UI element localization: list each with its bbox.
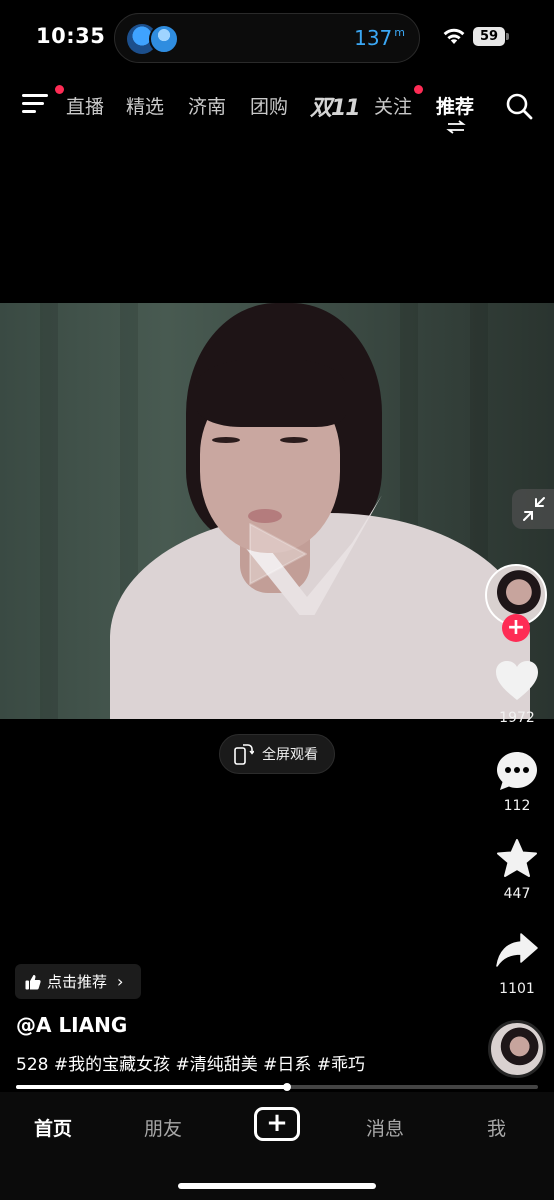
menu-icon[interactable] [22, 92, 48, 116]
tab-home[interactable]: 首页 [34, 1114, 72, 1141]
status-time: 10:35 [36, 24, 106, 48]
recommend-label: 点击推荐 [47, 973, 108, 991]
menu-notification-dot [55, 85, 64, 94]
thumbs-up-icon [25, 974, 41, 989]
tab-following[interactable]: 关注 [374, 92, 412, 119]
progress-knob[interactable] [283, 1083, 292, 1091]
rotate-screen-icon [234, 744, 254, 765]
island-distance-unit: m [394, 26, 405, 39]
dynamic-island[interactable]: 137 m [114, 13, 420, 63]
video-subject-eye [280, 437, 308, 443]
fullscreen-label: 全屏观看 [262, 747, 318, 763]
like-heart-icon[interactable] [495, 660, 539, 702]
island-distance: 137 m [354, 26, 405, 50]
tab-me[interactable]: 我 [487, 1114, 506, 1141]
author-name[interactable]: @A LIANG [16, 1013, 127, 1037]
video-subject-eye [212, 437, 240, 443]
tab-live[interactable]: 直播 [66, 92, 104, 119]
video-frame[interactable] [0, 303, 554, 719]
bottom-tab-bar: 首页 朋友 + 消息 我 [0, 1092, 554, 1200]
favorite-star-icon[interactable] [495, 838, 539, 880]
add-icon: + [266, 1108, 288, 1138]
play-icon[interactable] [240, 518, 312, 590]
tab-recommend[interactable]: 推荐 [436, 92, 474, 119]
island-distance-value: 137 [354, 26, 393, 50]
island-avatars-icon [127, 24, 183, 54]
battery-level: 59 [473, 27, 505, 46]
tab-featured[interactable]: 精选 [126, 92, 164, 119]
tab-friends[interactable]: 朋友 [144, 1114, 182, 1141]
status-bar: 10:35 137 m 59 [0, 0, 554, 76]
chevron-right-icon: › [117, 972, 124, 991]
share-arrow-icon[interactable] [495, 930, 539, 972]
home-indicator [178, 1183, 376, 1189]
tab-jinan[interactable]: 济南 [188, 92, 226, 119]
video-subject-shirt [110, 513, 530, 719]
video-description[interactable]: 528 #我的宝藏女孩 #清纯甜美 #日系 #乖巧 [16, 1050, 365, 1075]
wifi-icon [443, 28, 465, 44]
progress-fill [16, 1085, 288, 1089]
like-count: 1972 [499, 710, 535, 726]
fullscreen-button[interactable]: 全屏观看 [219, 734, 335, 774]
tab-group-buy[interactable]: 团购 [250, 92, 288, 119]
share-count: 1101 [499, 981, 535, 997]
follow-button[interactable]: + [502, 614, 530, 642]
music-disc[interactable] [488, 1020, 546, 1078]
following-notification-dot [414, 85, 423, 94]
comment-icon[interactable] [495, 750, 539, 792]
collapse-icon [523, 497, 545, 521]
tab-double-eleven[interactable]: 双11 [310, 90, 361, 122]
top-nav: 直播 精选 济南 团购 双11 关注 推荐 [0, 82, 554, 134]
battery-icon: 59 [473, 27, 509, 46]
search-icon[interactable] [505, 92, 533, 120]
progress-bar[interactable] [16, 1083, 538, 1091]
collapse-button[interactable] [512, 489, 554, 529]
swap-icon[interactable] [446, 120, 466, 134]
video-subject-bangs [196, 359, 346, 427]
recommend-button[interactable]: 点击推荐 › [15, 964, 141, 999]
tab-messages[interactable]: 消息 [366, 1114, 404, 1141]
add-button[interactable]: + [254, 1107, 300, 1141]
comment-count: 112 [503, 798, 531, 814]
favorite-count: 447 [503, 886, 531, 902]
